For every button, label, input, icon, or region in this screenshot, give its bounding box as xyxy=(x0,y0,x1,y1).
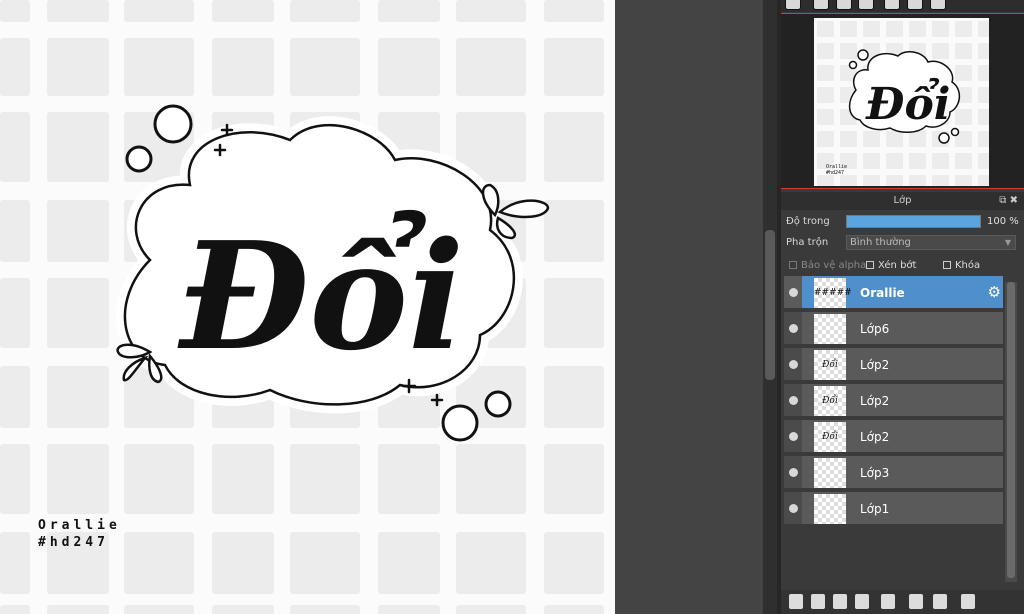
visibility-toggle[interactable] xyxy=(784,492,802,524)
layer-row[interactable]: Đổi Lớp2 xyxy=(784,348,1003,382)
checkbox-box xyxy=(866,261,874,269)
flip-icon[interactable] xyxy=(907,0,923,10)
close-panel-icon[interactable]: ✖ xyxy=(1010,195,1018,206)
artwork-lettering: Đổi xyxy=(177,209,464,383)
layer-name: Lớp2 xyxy=(860,358,890,372)
layer-row[interactable]: Lớp6 xyxy=(784,312,1003,346)
layer-row[interactable]: Lớp3 xyxy=(784,456,1003,490)
opacity-slider[interactable] xyxy=(846,215,981,228)
visibility-toggle[interactable] xyxy=(784,276,802,308)
layer-settings-gear-icon[interactable]: ⚙ xyxy=(988,283,1001,301)
canvas-scroll-thumb[interactable] xyxy=(765,230,775,380)
chevron-down-icon: ▼ xyxy=(1004,238,1011,247)
layer-name: Lớp3 xyxy=(860,466,890,480)
eye-icon xyxy=(789,360,798,369)
visibility-toggle[interactable] xyxy=(784,420,802,452)
signature-line-2: #hd247 xyxy=(38,535,109,550)
eye-icon xyxy=(789,396,798,405)
opacity-label: Độ trong xyxy=(786,216,830,227)
layer-list-scroll-thumb[interactable] xyxy=(1007,282,1015,578)
bubble-small-top xyxy=(125,145,153,173)
layer-name: Lớp2 xyxy=(860,394,890,408)
zoom-fit-icon[interactable] xyxy=(785,0,801,10)
blend-mode-value: Bình thường xyxy=(850,237,911,248)
lock-label: Khóa xyxy=(955,260,981,271)
rotate-right-icon[interactable] xyxy=(930,0,946,10)
layer-thumbnail xyxy=(814,458,846,488)
actual-size-icon[interactable] xyxy=(836,0,852,10)
new-halftone-layer-icon[interactable] xyxy=(855,594,869,609)
checkbox-box xyxy=(789,261,797,269)
eye-icon xyxy=(789,468,798,477)
delete-layer-icon[interactable] xyxy=(961,594,975,609)
layer-thumbnail: ##### xyxy=(814,278,852,308)
duplicate-layer-icon[interactable] xyxy=(909,594,923,609)
checkbox-box xyxy=(943,261,951,269)
layer-name: Lớp6 xyxy=(860,322,890,336)
clipping-checkbox[interactable]: Xén bớt xyxy=(866,260,916,271)
eye-icon xyxy=(789,288,798,297)
layer-name: Orallie xyxy=(860,286,905,300)
drawing-canvas[interactable]: Đổi Orallie #hd247 xyxy=(0,0,615,614)
layer-thumbnail xyxy=(814,314,846,344)
blend-mode-label: Pha trộn xyxy=(786,237,829,248)
bubble-small-bottom xyxy=(484,390,512,418)
layer-thumbnail: Đổi xyxy=(814,422,846,452)
visibility-toggle[interactable] xyxy=(784,312,802,344)
bubble-large-bottom xyxy=(441,404,479,442)
layer-row[interactable]: Đổi Lớp2 xyxy=(784,384,1003,418)
layer-thumbnail: Đổi xyxy=(814,350,846,380)
eye-icon xyxy=(789,324,798,333)
navigator-preview[interactable]: Đổi Orallie #hd247 xyxy=(781,13,1024,189)
eye-icon xyxy=(789,432,798,441)
layer-name: Lớp2 xyxy=(860,430,890,444)
float-panel-icon[interactable]: ⧉ xyxy=(999,195,1006,206)
layers-panel-title: Lớp xyxy=(893,195,912,206)
blend-mode-select[interactable]: Bình thường ▼ xyxy=(846,235,1016,250)
layer-row[interactable]: Đổi Lớp2 xyxy=(784,420,1003,454)
visibility-toggle[interactable] xyxy=(784,348,802,380)
new-layer-8bit-icon[interactable] xyxy=(811,594,825,609)
right-panel: Đổi Orallie #hd247 Lớp ⧉ ✖ Độ trong 100 … xyxy=(781,0,1024,614)
layer-thumbnail xyxy=(814,494,846,524)
clipping-label: Xén bớt xyxy=(878,260,917,271)
opacity-value: 100 % xyxy=(987,216,1019,227)
merge-down-icon[interactable] xyxy=(933,594,947,609)
visibility-toggle[interactable] xyxy=(784,456,802,488)
navigator-thumbnail-signature-2: #hd247 xyxy=(826,170,844,176)
new-layer-icon[interactable] xyxy=(789,594,803,609)
navigator-thumbnail-lettering: Đổi xyxy=(865,76,951,130)
new-layer-1bit-icon[interactable] xyxy=(833,594,847,609)
layer-row[interactable]: Lớp1 xyxy=(784,492,1003,526)
layers-panel-header: Lớp ⧉ ✖ xyxy=(781,192,1024,210)
zoom-in-icon[interactable] xyxy=(813,0,829,10)
layer-name: Lớp1 xyxy=(860,502,890,516)
eye-icon xyxy=(789,504,798,513)
bubble-large-top xyxy=(153,104,193,144)
lock-checkbox[interactable]: Khóa xyxy=(943,260,980,271)
layer-thumbnail: Đổi xyxy=(814,386,846,416)
layer-row[interactable]: ##### Orallie ⚙ xyxy=(784,276,1003,310)
new-folder-icon[interactable] xyxy=(881,594,895,609)
navigator-thumbnail: Đổi Orallie #hd247 xyxy=(814,18,989,186)
protect-alpha-label: Bảo vệ alpha xyxy=(801,260,867,271)
signature-line-1: Orallie xyxy=(38,518,121,533)
layers-bottom-toolbar xyxy=(781,590,1024,614)
layer-list: ##### Orallie ⚙ Lớp6 Đổi Lớp2 Đổi Lớp2 Đổi Lớp2 Lớ… xyxy=(781,276,1003,588)
workspace-background xyxy=(615,0,763,614)
navigator-toolbar xyxy=(781,0,1024,12)
rotate-left-icon[interactable] xyxy=(884,0,900,10)
layer-list-scrollbar[interactable] xyxy=(1005,282,1017,582)
zoom-out-icon[interactable] xyxy=(858,0,874,10)
visibility-toggle[interactable] xyxy=(784,384,802,416)
protect-alpha-checkbox[interactable]: Bảo vệ alpha xyxy=(789,260,866,271)
